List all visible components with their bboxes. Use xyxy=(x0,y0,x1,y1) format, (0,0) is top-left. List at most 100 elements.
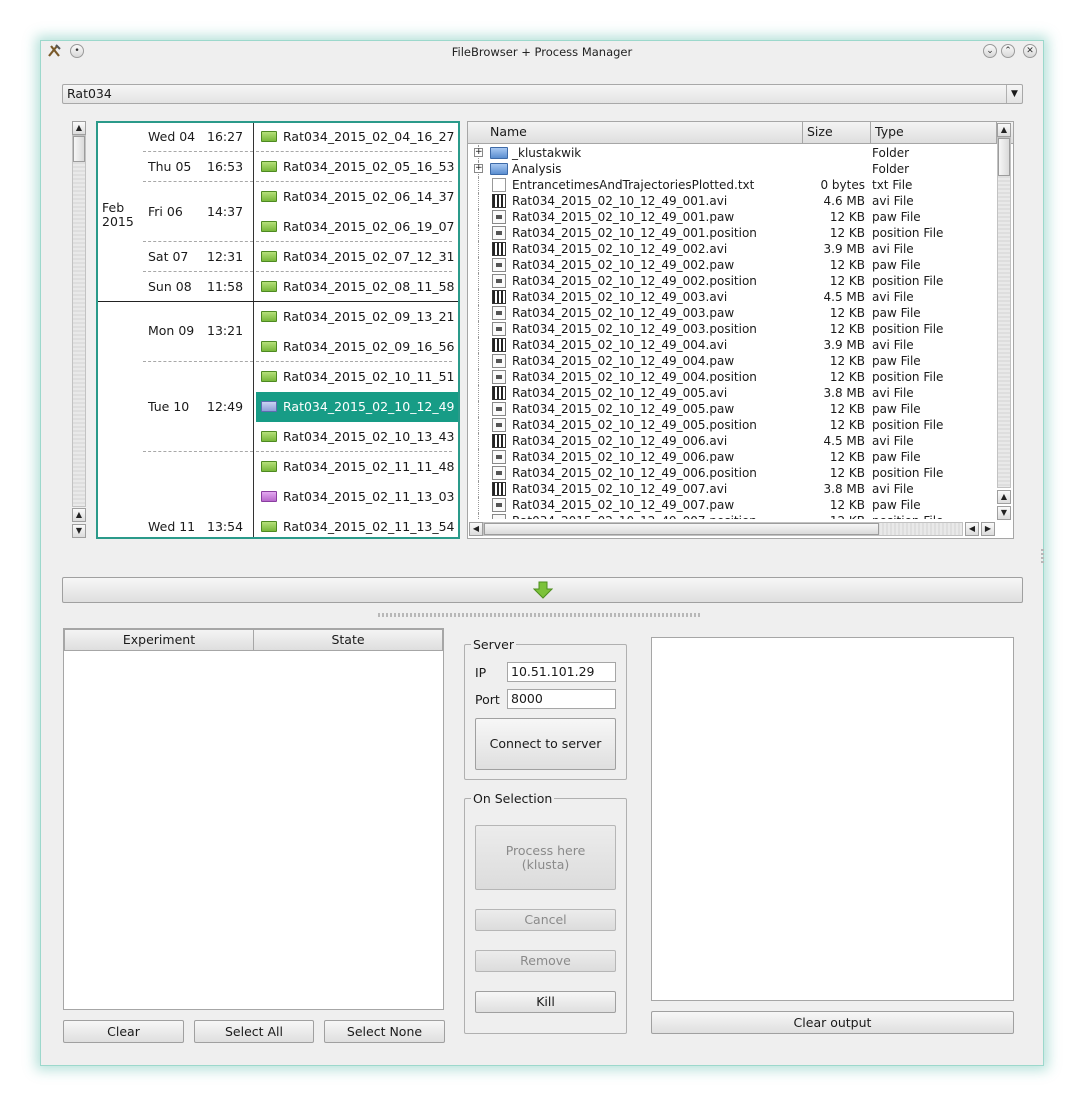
output-console[interactable] xyxy=(651,637,1014,1001)
day-time: 12:49 xyxy=(207,399,244,414)
session-label: Rat034_2015_02_08_11_58 xyxy=(283,279,455,294)
cancel-button[interactable]: Cancel xyxy=(475,909,616,931)
process-table: Experiment State xyxy=(63,628,444,1010)
files-scroll-up-top[interactable]: ▲ xyxy=(997,123,1011,137)
session-item[interactable]: Rat034_2015_02_10_11_51 xyxy=(256,362,458,392)
file-row[interactable]: Rat034_2015_02_10_12_49_001.position 12 K… xyxy=(468,225,997,241)
file-row[interactable]: Rat034_2015_02_10_12_49_002.position 12 K… xyxy=(468,273,997,289)
session-item-selected[interactable]: Rat034_2015_02_10_12_49 xyxy=(256,392,458,422)
file-row[interactable]: Rat034_2015_02_10_12_49_002.avi 3.9 MB avi… xyxy=(468,241,997,257)
calendar-scroll-down[interactable]: ▼ xyxy=(72,524,86,538)
files-hscrollbar-track[interactable] xyxy=(483,522,963,536)
process-here-button[interactable]: Process here (klusta) xyxy=(475,825,616,890)
session-item[interactable]: Rat034_2015_02_07_12_31 xyxy=(256,242,458,272)
file-name: Rat034_2015_02_10_12_49_002.avi xyxy=(512,242,728,256)
file-row[interactable]: Rat034_2015_02_10_12_49_004.avi 3.9 MB avi… xyxy=(468,337,997,353)
tree-guide-line xyxy=(478,465,488,481)
tree-guide-line xyxy=(478,337,488,353)
folder-icon xyxy=(261,491,277,502)
file-row[interactable]: Rat034_2015_02_10_12_49_004.position 12 K… xyxy=(468,369,997,385)
file-row[interactable]: Rat034_2015_02_10_12_49_006.paw 12 KB paw … xyxy=(468,449,997,465)
rat-selector[interactable]: Rat034 ▼ xyxy=(62,84,1023,104)
file-type: avi File xyxy=(872,386,914,400)
files-scrollbar-track[interactable] xyxy=(997,137,1011,488)
remove-button[interactable]: Remove xyxy=(475,950,616,972)
file-row[interactable]: EntrancetimesAndTrajectoriesPlotted.txt 0… xyxy=(468,177,997,193)
day-time: 16:53 xyxy=(207,159,244,174)
file-row[interactable]: Rat034_2015_02_10_12_49_003.position 12 K… xyxy=(468,321,997,337)
session-item[interactable]: Rat034_2015_02_06_19_07 xyxy=(256,212,458,242)
select-none-button[interactable]: Select None xyxy=(324,1020,445,1043)
window-resize-grip[interactable] xyxy=(1041,549,1044,563)
file-row[interactable]: Rat034_2015_02_10_12_49_006.avi 4.5 MB avi… xyxy=(468,433,997,449)
minimize-icon[interactable]: ⌄ xyxy=(983,44,997,58)
file-row[interactable]: Rat034_2015_02_10_12_49_003.avi 4.5 MB avi… xyxy=(468,289,997,305)
files-scroll-left[interactable]: ◀ xyxy=(469,522,483,536)
rat-selector-value: Rat034 xyxy=(67,86,112,101)
file-type: position File xyxy=(872,322,944,336)
file-row[interactable]: Rat034_2015_02_10_12_49_007.position 12 K… xyxy=(468,513,997,519)
kill-button[interactable]: Kill xyxy=(475,991,616,1013)
calendar-scrollbar-thumb[interactable] xyxy=(73,136,85,162)
expand-icon[interactable]: + xyxy=(474,164,483,173)
column-header-size[interactable]: Size xyxy=(803,122,871,144)
expand-icon[interactable]: + xyxy=(474,148,483,157)
folder-row[interactable]: + Analysis Folder xyxy=(468,161,997,177)
maximize-icon[interactable]: ⌃ xyxy=(1001,44,1015,58)
column-header-type[interactable]: Type xyxy=(871,122,997,144)
column-header-experiment[interactable]: Experiment xyxy=(64,629,254,651)
calendar-scroll-up-top[interactable]: ▲ xyxy=(72,121,86,135)
files-scroll-up[interactable]: ▲ xyxy=(997,490,1011,504)
file-row[interactable]: Rat034_2015_02_10_12_49_003.paw 12 KB paw … xyxy=(468,305,997,321)
session-item[interactable]: Rat034_2015_02_11_13_03 xyxy=(256,482,458,512)
session-item[interactable]: Rat034_2015_02_11_11_48 xyxy=(256,452,458,482)
files-scroll-down[interactable]: ▼ xyxy=(997,506,1011,520)
select-all-button[interactable]: Select All xyxy=(194,1020,314,1043)
connect-to-server-button[interactable]: Connect to server xyxy=(475,718,616,770)
file-row[interactable]: Rat034_2015_02_10_12_49_001.paw 12 KB paw … xyxy=(468,209,997,225)
video-file-icon xyxy=(492,434,506,448)
files-scroll-right[interactable]: ▶ xyxy=(981,522,995,536)
folder-icon xyxy=(261,281,277,292)
session-item[interactable]: Rat034_2015_02_09_13_21 xyxy=(256,302,458,332)
file-type: avi File xyxy=(872,194,914,208)
files-hscrollbar-thumb[interactable] xyxy=(484,523,879,535)
file-row[interactable]: Rat034_2015_02_10_12_49_002.paw 12 KB paw … xyxy=(468,257,997,273)
generic-file-icon xyxy=(492,370,506,384)
file-row[interactable]: Rat034_2015_02_10_12_49_007.avi 3.8 MB avi… xyxy=(468,481,997,497)
close-icon[interactable]: ✕ xyxy=(1023,44,1037,58)
chevron-down-icon[interactable]: ▼ xyxy=(1006,85,1022,103)
column-header-name[interactable]: Name xyxy=(468,122,803,144)
transfer-button[interactable] xyxy=(62,577,1023,603)
file-row[interactable]: Rat034_2015_02_10_12_49_004.paw 12 KB paw … xyxy=(468,353,997,369)
file-row[interactable]: Rat034_2015_02_10_12_49_005.position 12 K… xyxy=(468,417,997,433)
session-item[interactable]: Rat034_2015_02_10_13_43 xyxy=(256,422,458,452)
calendar-scroll-up[interactable]: ▲ xyxy=(72,508,86,522)
files-scroll-left-end[interactable]: ◀ xyxy=(965,522,979,536)
file-row[interactable]: Rat034_2015_02_10_12_49_005.avi 3.8 MB avi… xyxy=(468,385,997,401)
file-row[interactable]: Rat034_2015_02_10_12_49_001.avi 4.6 MB avi… xyxy=(468,193,997,209)
generic-file-icon xyxy=(492,258,506,272)
folder-icon xyxy=(261,191,277,202)
session-item[interactable]: Rat034_2015_02_08_11_58 xyxy=(256,272,458,302)
file-row[interactable]: Rat034_2015_02_10_12_49_007.paw 12 KB paw … xyxy=(468,497,997,513)
main-window: • FileBrowser + Process Manager ⌄ ⌃ ✕ Ra… xyxy=(40,40,1044,1066)
file-browser: Name Size Type + _klustakwik Folder + Analys… xyxy=(467,121,1014,539)
port-input[interactable]: 8000 xyxy=(507,689,616,709)
ip-input[interactable]: 10.51.101.29 xyxy=(507,662,616,682)
file-type: avi File xyxy=(872,242,914,256)
file-row[interactable]: Rat034_2015_02_10_12_49_005.paw 12 KB paw … xyxy=(468,401,997,417)
session-item[interactable]: Rat034_2015_02_05_16_53 xyxy=(256,152,458,182)
file-row[interactable]: Rat034_2015_02_10_12_49_006.position 12 K… xyxy=(468,465,997,481)
splitter-handle[interactable] xyxy=(378,613,702,617)
session-item[interactable]: Rat034_2015_02_04_16_27 xyxy=(256,123,458,152)
calendar-scrollbar-track[interactable] xyxy=(72,135,86,507)
column-header-state[interactable]: State xyxy=(253,629,443,651)
clear-output-button[interactable]: Clear output xyxy=(651,1011,1014,1034)
session-item[interactable]: Rat034_2015_02_11_13_54 xyxy=(256,512,458,537)
session-item[interactable]: Rat034_2015_02_09_16_56 xyxy=(256,332,458,362)
folder-row[interactable]: + _klustakwik Folder xyxy=(468,145,997,161)
clear-button[interactable]: Clear xyxy=(63,1020,184,1043)
files-scrollbar-thumb[interactable] xyxy=(998,138,1010,176)
session-item[interactable]: Rat034_2015_02_06_14_37 xyxy=(256,182,458,212)
